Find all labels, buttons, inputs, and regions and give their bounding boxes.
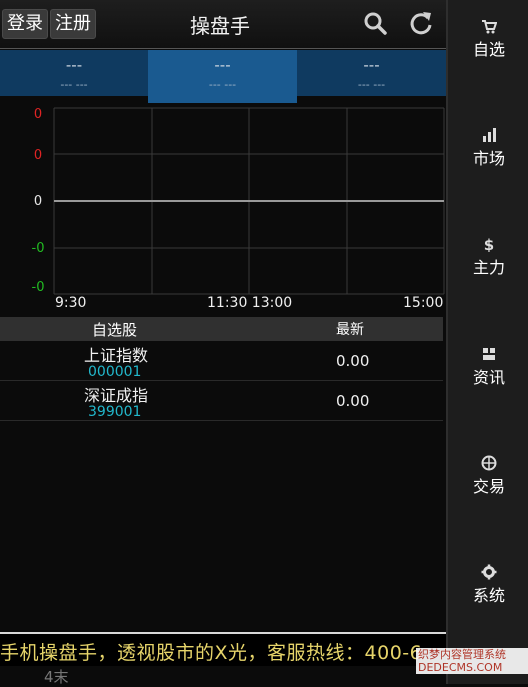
bar-chart-icon [483,128,496,142]
sidebar-item-label: 主力 [472,258,505,277]
y-tick-label: 0 [33,107,43,122]
index-name: --- [214,56,231,74]
x-tick-label: 15:00 [403,295,444,311]
stock-code: 000001 [88,364,142,378]
watermark-line: DEDECMS.COM [418,661,503,674]
sidebar: 自选 市场 $ 主力 资讯 交易 系统 [446,0,528,684]
index-change: --- --- [357,78,386,91]
svg-text:$: $ [484,236,494,252]
index-name: --- [65,56,83,74]
table-row[interactable]: 深证成指 399001 0.00 [0,382,443,421]
watchlist-latest-header[interactable]: 最新 [336,319,364,339]
sidebar-item-label: 交易 [472,477,505,496]
login-button[interactable]: 登录 [2,9,48,39]
cart-icon [482,20,497,34]
refresh-icon[interactable] [408,10,434,36]
watchlist-name-header[interactable]: 自选股 [92,319,137,340]
stock-name: 深证成指 [84,386,149,405]
stock-name: 上证指数 [84,346,149,365]
sidebar-item-system[interactable]: 系统 [448,564,528,634]
ticker-text: 手机操盘手，透视股市的X光，客服热线：400-6 [0,642,423,664]
index-name: --- [363,56,380,74]
y-tick-label: -0 [31,280,45,295]
table-row[interactable]: 上证指数 000001 0.00 [0,342,443,381]
stock-latest: 0.00 [336,392,370,410]
sidebar-item-main-force[interactable]: $ 主力 [448,236,528,306]
stock-code: 399001 [88,404,142,418]
y-tick-label: 0 [33,148,43,163]
index-tab[interactable]: --- --- --- [148,50,297,103]
sidebar-item-news[interactable]: 资讯 [448,346,528,416]
watermark-line: 织梦内容管理系统 [418,648,506,661]
index-tab[interactable]: --- --- --- [297,50,446,96]
dollar-icon: $ [484,236,494,252]
search-icon[interactable] [362,10,388,36]
index-tab[interactable]: --- --- --- [0,50,148,96]
x-tick-label: 11:30 13:00 [207,295,293,311]
globe-icon [481,455,497,471]
top-bar: 登录 注册 操盘手 [0,0,446,49]
sidebar-item-label: 系统 [472,586,505,605]
sidebar-item-trade[interactable]: 交易 [448,455,528,525]
grid-icon [483,348,495,360]
index-change: --- --- [60,78,88,91]
sidebar-item-watchlist[interactable]: 自选 [448,18,528,88]
index-change: --- --- [208,78,237,91]
chart-grid [53,107,445,295]
stock-latest: 0.00 [336,352,370,370]
bottom-strip: 4末 [0,666,446,686]
price-chart: 0 0 0 -0 -0 9:30 11:30 13:00 15:00 [0,104,446,316]
sidebar-item-label: 资讯 [472,368,505,387]
watermark: 织梦内容管理系统 DEDECMS.COM [416,648,528,674]
sidebar-item-label: 市场 [472,149,505,168]
sidebar-item-market[interactable]: 市场 [448,127,528,197]
register-button[interactable]: 注册 [50,9,96,39]
news-ticker: 手机操盘手，透视股市的X光，客服热线：400-6 [0,632,446,666]
y-tick-label: 0 [33,194,43,209]
x-tick-label: 9:30 [55,295,87,311]
watchlist-header: 自选股 最新 [0,317,443,341]
sidebar-item-label: 自选 [472,40,505,59]
page-title: 操盘手 [190,14,250,38]
index-bar: --- --- --- --- --- --- --- --- --- [0,50,446,103]
y-tick-label: -0 [31,241,45,256]
gear-icon [481,564,497,580]
